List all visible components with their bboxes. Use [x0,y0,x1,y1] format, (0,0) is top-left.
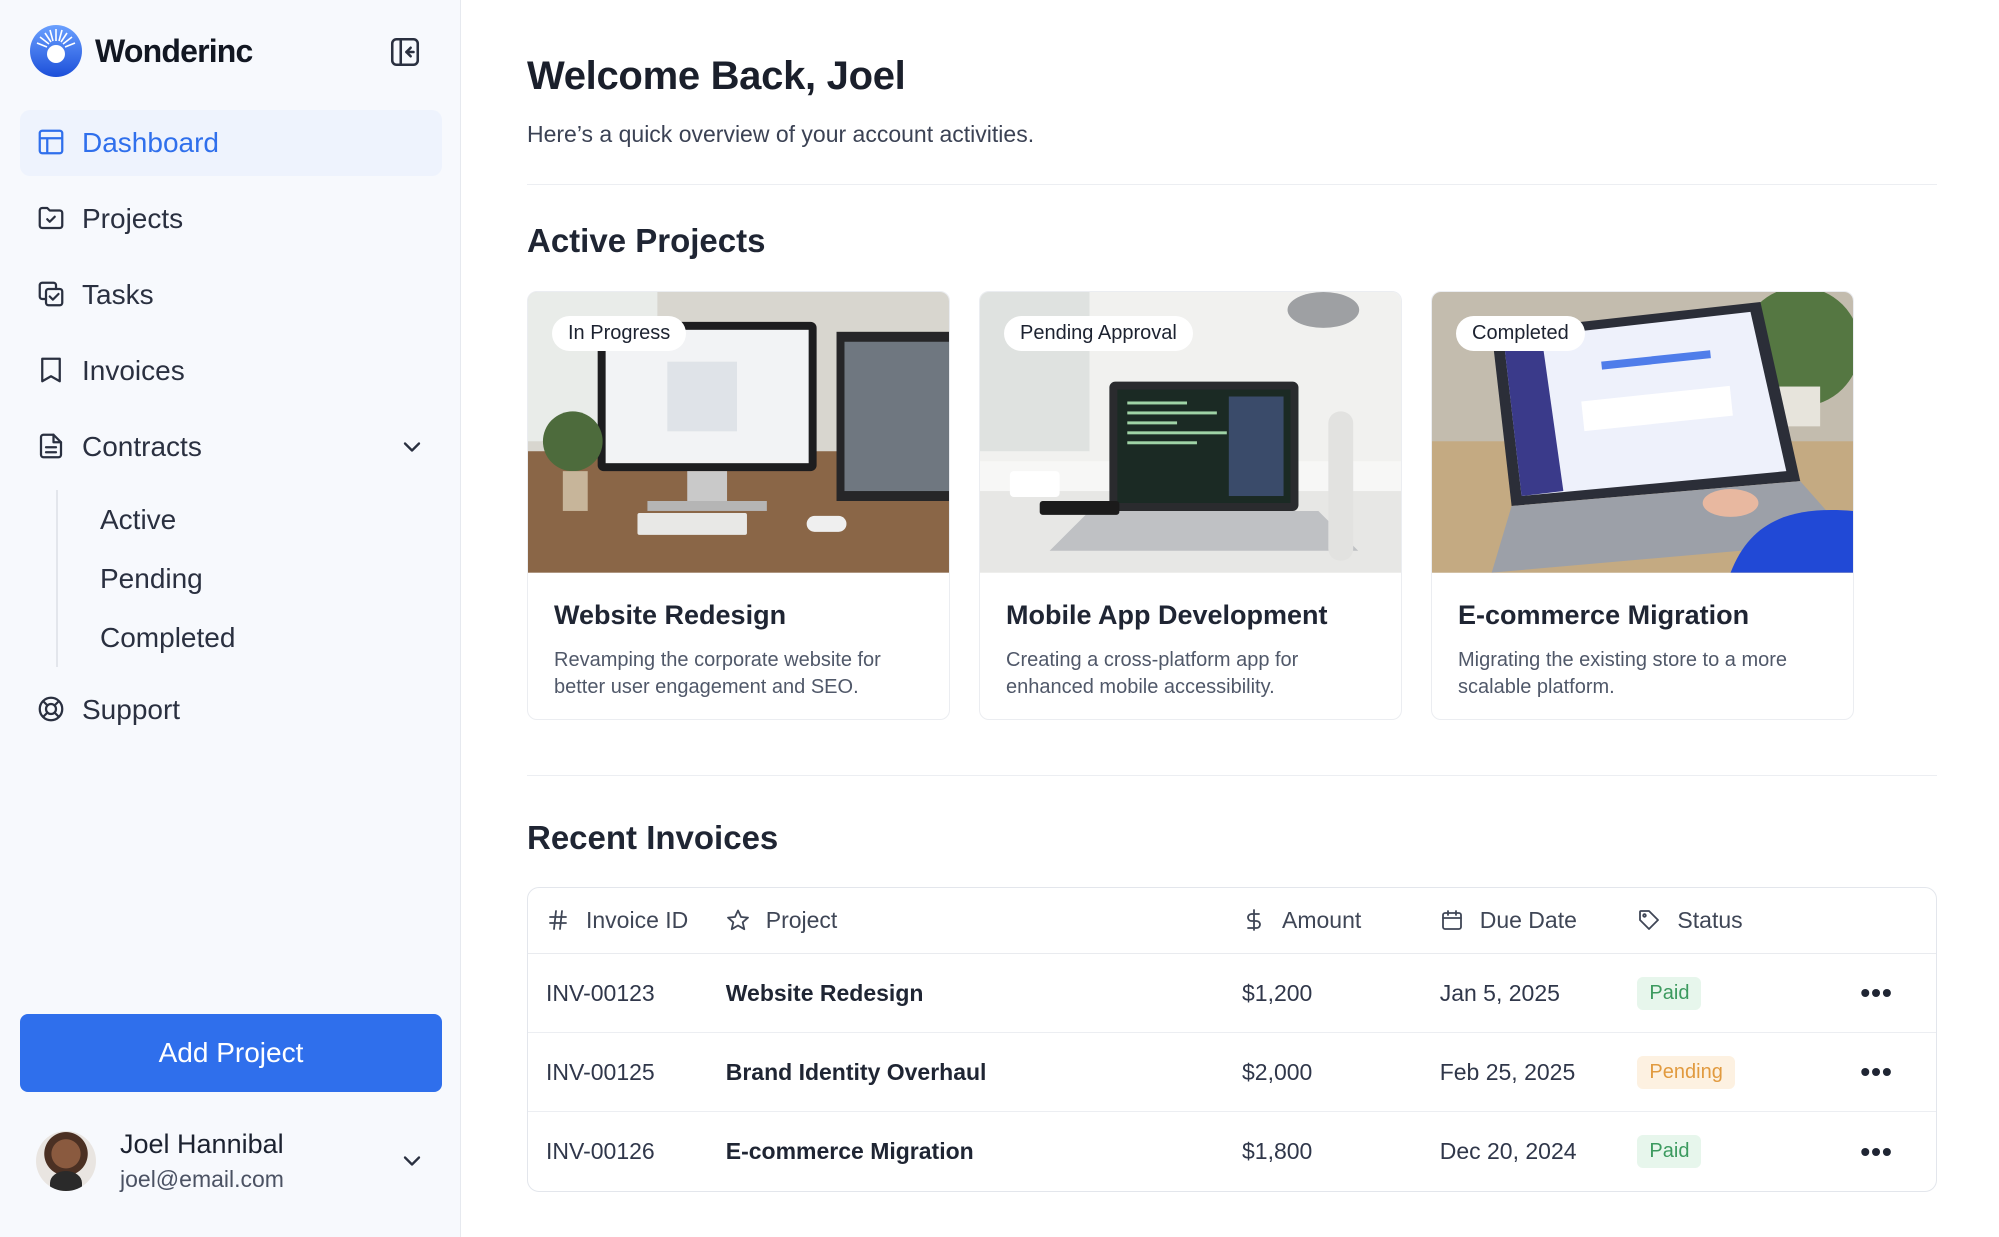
invoice-id: INV-00126 [546,1138,655,1164]
divider [527,184,1937,185]
column-label: Project [765,907,838,933]
status-badge: Pending [1637,1055,1735,1089]
page-title: Welcome Back, Joel [527,54,906,98]
invoice-due-date: Jan 5, 2025 [1439,979,1560,1006]
column-header-amount[interactable]: Amount [1242,907,1440,934]
sidebar-item-projects[interactable]: Projects [20,186,442,252]
dashboard-icon [36,127,68,159]
chevron-down-icon [398,1147,426,1175]
sidebar-item-contracts[interactable]: Contracts [20,414,442,480]
column-label: Amount [1281,907,1362,933]
brand[interactable]: Wonderinc [29,24,253,78]
active-projects-title: Active Projects [527,222,766,259]
sidebar-item-label: Dashboard [82,127,219,158]
sidebar-item-label: Support [82,694,181,725]
status-badge: Paid [1637,976,1702,1010]
project-title: E-commerce Migration [1458,600,1750,630]
project-description: Migrating the existing store to a more s… [1458,649,1788,698]
table-header: Invoice ID Project Amount Due Date Statu… [528,888,1936,954]
file-text-icon [36,431,68,463]
project-title: Mobile App Development [1006,600,1328,630]
user-name: Joel Hannibal [120,1129,284,1159]
folder-check-icon [36,203,68,235]
copy-check-icon [36,279,68,311]
star-icon [726,908,752,934]
column-label: Status [1677,907,1743,933]
invoice-project: E-commerce Migration [725,1138,974,1164]
table-row[interactable]: INV-00123 Website Redesign $1,200 Jan 5,… [528,954,1936,1033]
sidebar-item-label: Tasks [82,279,154,310]
tag-icon [1637,908,1663,934]
project-card[interactable]: In Progress Website Redesign Revamping t… [527,291,950,720]
invoice-amount: $2,000 [1241,1058,1313,1085]
page-subtitle: Here’s a quick overview of your account … [527,121,1035,147]
column-header-invoice-id[interactable]: Invoice ID [528,907,726,934]
column-label: Due Date [1479,907,1577,933]
row-actions-button[interactable]: ••• [1860,1056,1892,1088]
sidebar-item-label: Projects [82,203,184,234]
project-description: Revamping the corporate website for bett… [554,649,881,698]
row-actions-button[interactable]: ••• [1860,1136,1892,1168]
sidebar-item-support[interactable]: Support [20,677,442,743]
project-card[interactable]: Pending Approval Mobile App Development … [979,291,1402,720]
sidebar-item-tasks[interactable]: Tasks [20,262,442,328]
status-badge: Completed [1456,316,1585,351]
sidebar-subitem-completed[interactable]: Completed [100,608,442,667]
sidebar-collapse-icon [390,37,420,67]
user-email: joel@email.com [120,1166,284,1192]
sidebar-item-label: Contracts [82,431,202,462]
lifebuoy-icon [36,694,68,726]
status-badge: In Progress [552,316,687,351]
brand-logo-icon [30,25,82,77]
invoices-table: Invoice ID Project Amount Due Date Statu… [527,887,1937,1192]
project-description: Creating a cross-platform app for enhanc… [1006,649,1299,698]
row-actions-button[interactable]: ••• [1860,977,1892,1009]
brand-name: Wonderinc [95,32,253,69]
column-header-status[interactable]: Status [1637,907,1817,934]
sidebar-subitem-active[interactable]: Active [100,490,442,549]
invoice-project: Brand Identity Overhaul [725,1058,987,1085]
status-badge: Paid [1637,1135,1702,1168]
invoice-amount: $1,200 [1241,979,1313,1006]
column-label: Invoice ID [586,907,689,933]
column-header-due-date[interactable]: Due Date [1440,907,1638,934]
invoice-amount: $1,800 [1241,1138,1313,1164]
sidebar-nav: Dashboard Projects Tasks Invoices Contra… [20,110,442,753]
sidebar-item-label: Invoices [82,355,185,386]
invoice-project: Website Redesign [725,979,924,1006]
calendar-icon [1440,908,1466,934]
chevron-down-icon [398,433,426,461]
table-row[interactable]: INV-00125 Brand Identity Overhaul $2,000… [528,1033,1936,1112]
user-menu[interactable]: Joel Hannibal joel@email.com [36,1128,426,1194]
dollar-icon [1242,908,1268,934]
invoice-due-date: Dec 20, 2024 [1439,1138,1577,1164]
project-image: Completed [1432,292,1853,574]
invoice-id: INV-00125 [546,1058,655,1085]
invoice-due-date: Feb 25, 2025 [1439,1058,1576,1085]
project-title: Website Redesign [554,600,787,630]
project-cards: In Progress Website Redesign Revamping t… [527,291,1854,720]
avatar [36,1131,96,1191]
add-project-button[interactable]: Add Project [20,1014,442,1092]
sidebar-item-dashboard[interactable]: Dashboard [20,110,442,176]
divider [527,775,1937,776]
contracts-submenu: Active Pending Completed [56,490,442,667]
table-row[interactable]: INV-00126 E-commerce Migration $1,800 De… [528,1112,1936,1191]
invoice-id: INV-00123 [546,979,655,1006]
sidebar-subitem-pending[interactable]: Pending [100,549,442,608]
recent-invoices-title: Recent Invoices [527,819,779,856]
column-header-project[interactable]: Project [726,907,1242,934]
hash-icon [546,908,572,934]
receipt-icon [36,355,68,387]
sidebar: Wonderinc Dashboard Projects Tasks Invoi… [0,0,461,1237]
project-image: In Progress [528,292,949,574]
project-card[interactable]: Completed E-commerce Migration Migrating… [1431,291,1854,720]
sidebar-item-invoices[interactable]: Invoices [20,338,442,404]
status-badge: Pending Approval [1004,316,1193,351]
collapse-sidebar-button[interactable] [387,34,423,70]
project-image: Pending Approval [980,292,1401,574]
